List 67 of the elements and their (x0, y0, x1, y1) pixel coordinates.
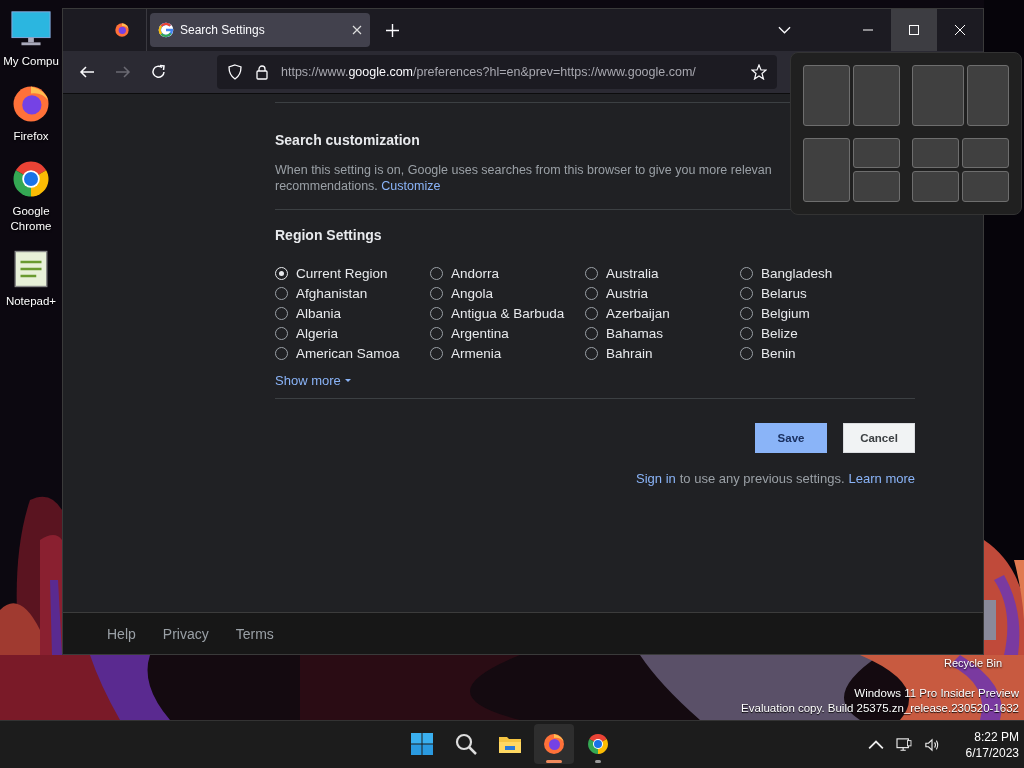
footer-link[interactable]: Privacy (162, 625, 209, 642)
region-radio[interactable]: Benin (740, 343, 895, 363)
snap-layout-option[interactable] (803, 65, 900, 126)
desktop-icon-label[interactable]: Recycle Bin (944, 657, 1003, 669)
clock-date[interactable]: 6/17/2023 (965, 744, 1019, 761)
region-radio[interactable]: Current Region (275, 263, 430, 283)
region-radio[interactable]: Belgium (740, 303, 895, 323)
desktop-icon-label[interactable]: Notepad+ (5, 294, 57, 309)
region-radio[interactable]: Austria (585, 283, 740, 303)
section-heading: Region Settings (275, 227, 383, 243)
region-radio[interactable]: Belize (740, 323, 895, 343)
snap-layout-option[interactable] (803, 137, 900, 202)
maximize-icon[interactable] (909, 25, 919, 35)
url-text: https://www.google.com/preferences?hl=en&prev=https://www.google.com/ (281, 65, 696, 79)
browser-tab[interactable]: Search Settings (150, 13, 370, 47)
show-more-link[interactable]: Show more (275, 373, 351, 388)
region-radio[interactable]: Argentina (430, 323, 585, 343)
region-radio[interactable]: Andorra (430, 263, 585, 283)
caret-icon[interactable] (344, 379, 351, 382)
save-button[interactable]: Save (755, 423, 827, 453)
forward-icon[interactable] (115, 64, 131, 80)
volume-icon[interactable] (923, 737, 940, 752)
footer-link[interactable]: Help (107, 625, 136, 642)
firefox-icon[interactable] (114, 22, 130, 38)
back-icon[interactable] (79, 64, 95, 80)
desktop-icon-label[interactable]: Google Chrome (1, 204, 61, 234)
region-radio[interactable]: Antigua & Barbuda (430, 303, 585, 323)
region-radio[interactable]: American Samoa (275, 343, 430, 363)
chevron-down-icon[interactable] (778, 26, 791, 34)
sign-in-link[interactable]: Sign in (636, 471, 676, 486)
learn-more-link[interactable]: Learn more (848, 471, 915, 486)
footer-link[interactable]: Terms (235, 625, 274, 642)
firefox-icon[interactable] (542, 732, 566, 756)
desktop-icon-label[interactable]: My Compu (3, 54, 59, 69)
lock-icon[interactable] (254, 64, 270, 80)
address-bar[interactable]: https://www.google.com/preferences?hl=en&prev=https://www.google.com/ (217, 55, 777, 89)
cancel-button[interactable]: Cancel (843, 423, 915, 453)
region-radio[interactable]: Afghanistan (275, 283, 430, 303)
google-icon (158, 22, 174, 38)
chrome-icon[interactable] (586, 732, 610, 756)
star-icon[interactable] (751, 64, 767, 80)
close-icon[interactable] (955, 25, 965, 35)
region-radio[interactable]: Australia (585, 263, 740, 283)
windows-logo-icon[interactable] (410, 732, 434, 756)
sign-in-text: to use any previous settings. (679, 471, 845, 486)
firefox-taskbar-button[interactable] (534, 724, 574, 764)
snap-layout-option[interactable] (912, 65, 1009, 126)
network-icon[interactable] (895, 737, 912, 752)
region-radio[interactable]: Albania (275, 303, 430, 323)
region-radio[interactable]: Bangladesh (740, 263, 895, 283)
shield-icon[interactable] (227, 64, 243, 80)
region-radio[interactable]: Bahrain (585, 343, 740, 363)
section-heading: Search customization (275, 132, 421, 148)
region-radio[interactable]: Armenia (430, 343, 585, 363)
region-radio[interactable]: Bahamas (585, 323, 740, 343)
reload-icon[interactable] (151, 64, 167, 80)
region-radio[interactable]: Belarus (740, 283, 895, 303)
customize-link[interactable]: Customize (381, 179, 441, 193)
clock-time[interactable]: 8:22 PM (974, 728, 1019, 745)
close-tab-icon[interactable] (352, 25, 362, 35)
snap-layout-option[interactable] (912, 137, 1009, 202)
region-radio[interactable]: Azerbaijan (585, 303, 740, 323)
desktop-icon-label[interactable]: Firefox (13, 129, 49, 144)
region-radio[interactable]: Algeria (275, 323, 430, 343)
region-radio[interactable]: Angola (430, 283, 585, 303)
search-icon[interactable] (454, 732, 478, 756)
new-tab-icon[interactable] (386, 23, 399, 37)
